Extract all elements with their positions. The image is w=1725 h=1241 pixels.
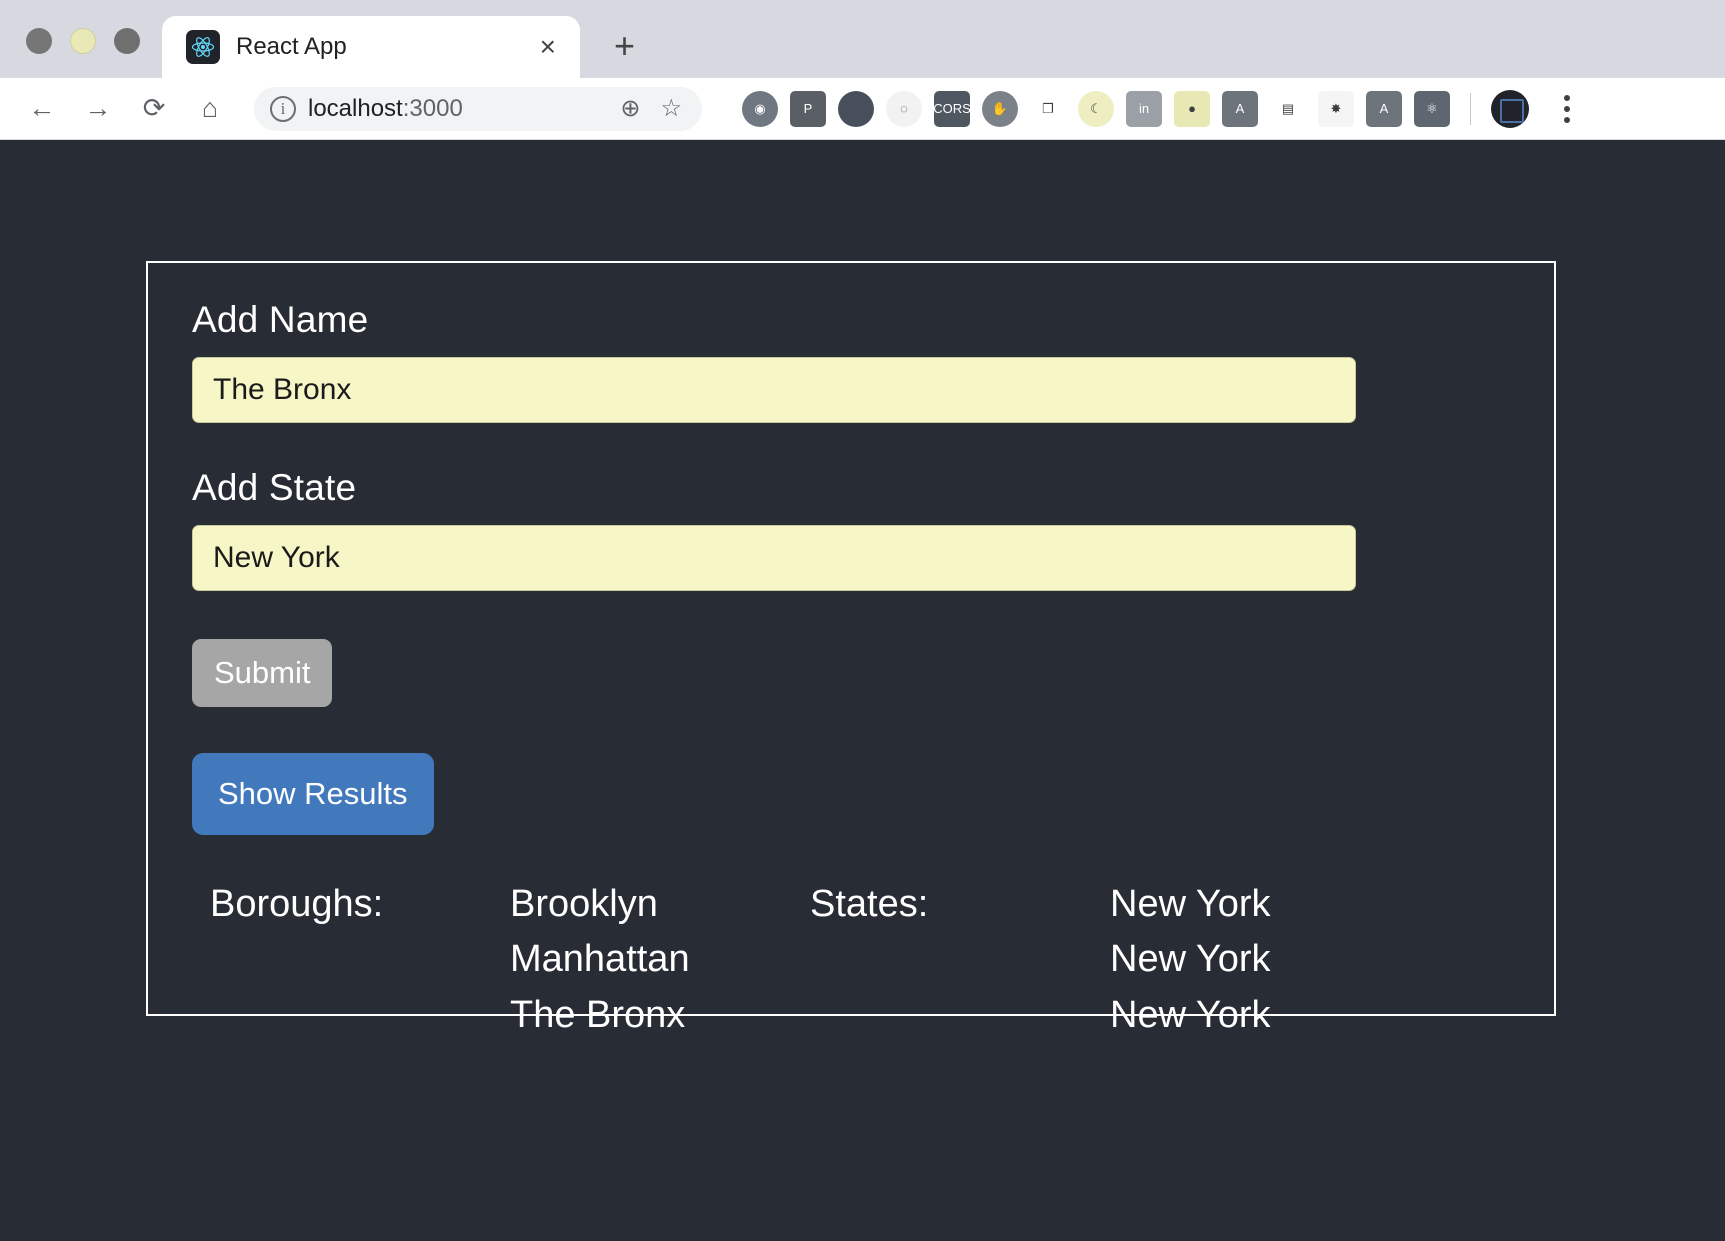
url-host: localhost bbox=[308, 94, 403, 122]
url-port: :3000 bbox=[402, 94, 463, 122]
cors-extension[interactable]: CORS bbox=[933, 90, 971, 127]
bookmark-star-icon[interactable]: ☆ bbox=[656, 94, 686, 123]
borough-item: Manhattan bbox=[510, 938, 690, 981]
angular-devtools-extension[interactable]: A bbox=[1366, 90, 1402, 127]
window-controls bbox=[12, 28, 162, 78]
results-section: Boroughs: Brooklyn Manhattan The Bronx Sta… bbox=[192, 877, 1510, 1043]
browser-menu-icon[interactable] bbox=[1547, 94, 1587, 123]
linkedin-extension[interactable]: in bbox=[1126, 90, 1162, 127]
state-item: New York bbox=[1110, 993, 1271, 1036]
close-icon[interactable]: × bbox=[534, 33, 562, 61]
boroughs-list: Brooklyn Manhattan The Bronx bbox=[510, 877, 810, 1043]
minimize-dot[interactable] bbox=[70, 28, 96, 54]
state-item: New York bbox=[1110, 883, 1271, 925]
react-logo-icon bbox=[186, 30, 220, 64]
toolbar-divider bbox=[1470, 92, 1471, 125]
browser-tab[interactable]: React App × bbox=[162, 16, 580, 78]
show-results-button[interactable]: Show Results bbox=[192, 753, 434, 835]
forward-icon[interactable]: → bbox=[72, 83, 124, 135]
tab-strip: React App × + bbox=[0, 0, 1725, 78]
react-devtools-extension[interactable]: ⚛ bbox=[1414, 90, 1450, 127]
browser-window: React App × + ← → ⟳ ⌂ i localhost:3000 ⊕… bbox=[0, 0, 1725, 1241]
close-dot[interactable] bbox=[26, 28, 52, 54]
name-input[interactable] bbox=[192, 357, 1356, 423]
add-name-label: Add Name bbox=[192, 299, 369, 340]
cast-extension[interactable]: ❐ bbox=[1030, 90, 1066, 127]
reload-icon[interactable]: ⟳ bbox=[128, 83, 180, 135]
extensions-bar: ◉ P ◌ CORS ✋ ❐ ☾ in ● A ▤ ✸ A ⚛ bbox=[742, 90, 1450, 127]
states-heading: States: bbox=[810, 883, 929, 925]
home-icon[interactable]: ⌂ bbox=[184, 83, 236, 135]
back-icon[interactable]: ← bbox=[16, 83, 68, 135]
page-viewport: Add Name Add State Submit Show Results B… bbox=[0, 140, 1725, 1241]
maximize-dot[interactable] bbox=[114, 28, 140, 54]
hand-wave-extension[interactable]: ✋ bbox=[982, 90, 1018, 127]
speech-bubble-extension[interactable] bbox=[838, 90, 874, 127]
android-extension[interactable]: ● bbox=[1174, 90, 1210, 127]
new-tab-button[interactable]: + bbox=[614, 28, 635, 64]
browser-toolbar: ← → ⟳ ⌂ i localhost:3000 ⊕ ☆ ◉ P ◌ CORS ✋ ❐ ☾ i… bbox=[0, 78, 1725, 140]
state-item: New York bbox=[1110, 938, 1271, 981]
tab-title: React App bbox=[236, 33, 347, 60]
redux-devtools-extension[interactable]: ✸ bbox=[1318, 90, 1354, 127]
pocket-extension[interactable]: P bbox=[790, 90, 826, 127]
states-list: New York New York New York bbox=[1110, 877, 1410, 1043]
state-input[interactable] bbox=[192, 525, 1356, 591]
form-card: Add Name Add State Submit Show Results B… bbox=[146, 261, 1556, 1036]
angular-shield-extension[interactable]: A bbox=[1222, 90, 1258, 127]
atom-orbit-extension[interactable]: ◌ bbox=[886, 90, 922, 127]
url-text: localhost:3000 bbox=[308, 95, 604, 123]
avatar[interactable] bbox=[1491, 89, 1529, 128]
site-info-icon[interactable]: i bbox=[270, 95, 296, 122]
dark-reader-extension[interactable]: ☾ bbox=[1078, 90, 1114, 127]
target-globe-extension[interactable]: ◉ bbox=[742, 90, 778, 127]
submit-button[interactable]: Submit bbox=[192, 639, 333, 707]
borough-item: Brooklyn bbox=[510, 883, 658, 925]
form-filler-extension[interactable]: ▤ bbox=[1270, 90, 1306, 127]
address-bar[interactable]: i localhost:3000 ⊕ ☆ bbox=[254, 86, 702, 131]
zoom-icon[interactable]: ⊕ bbox=[616, 94, 644, 123]
add-state-label: Add State bbox=[192, 467, 357, 508]
boroughs-heading: Boroughs: bbox=[210, 883, 384, 925]
borough-item: The Bronx bbox=[510, 993, 686, 1036]
